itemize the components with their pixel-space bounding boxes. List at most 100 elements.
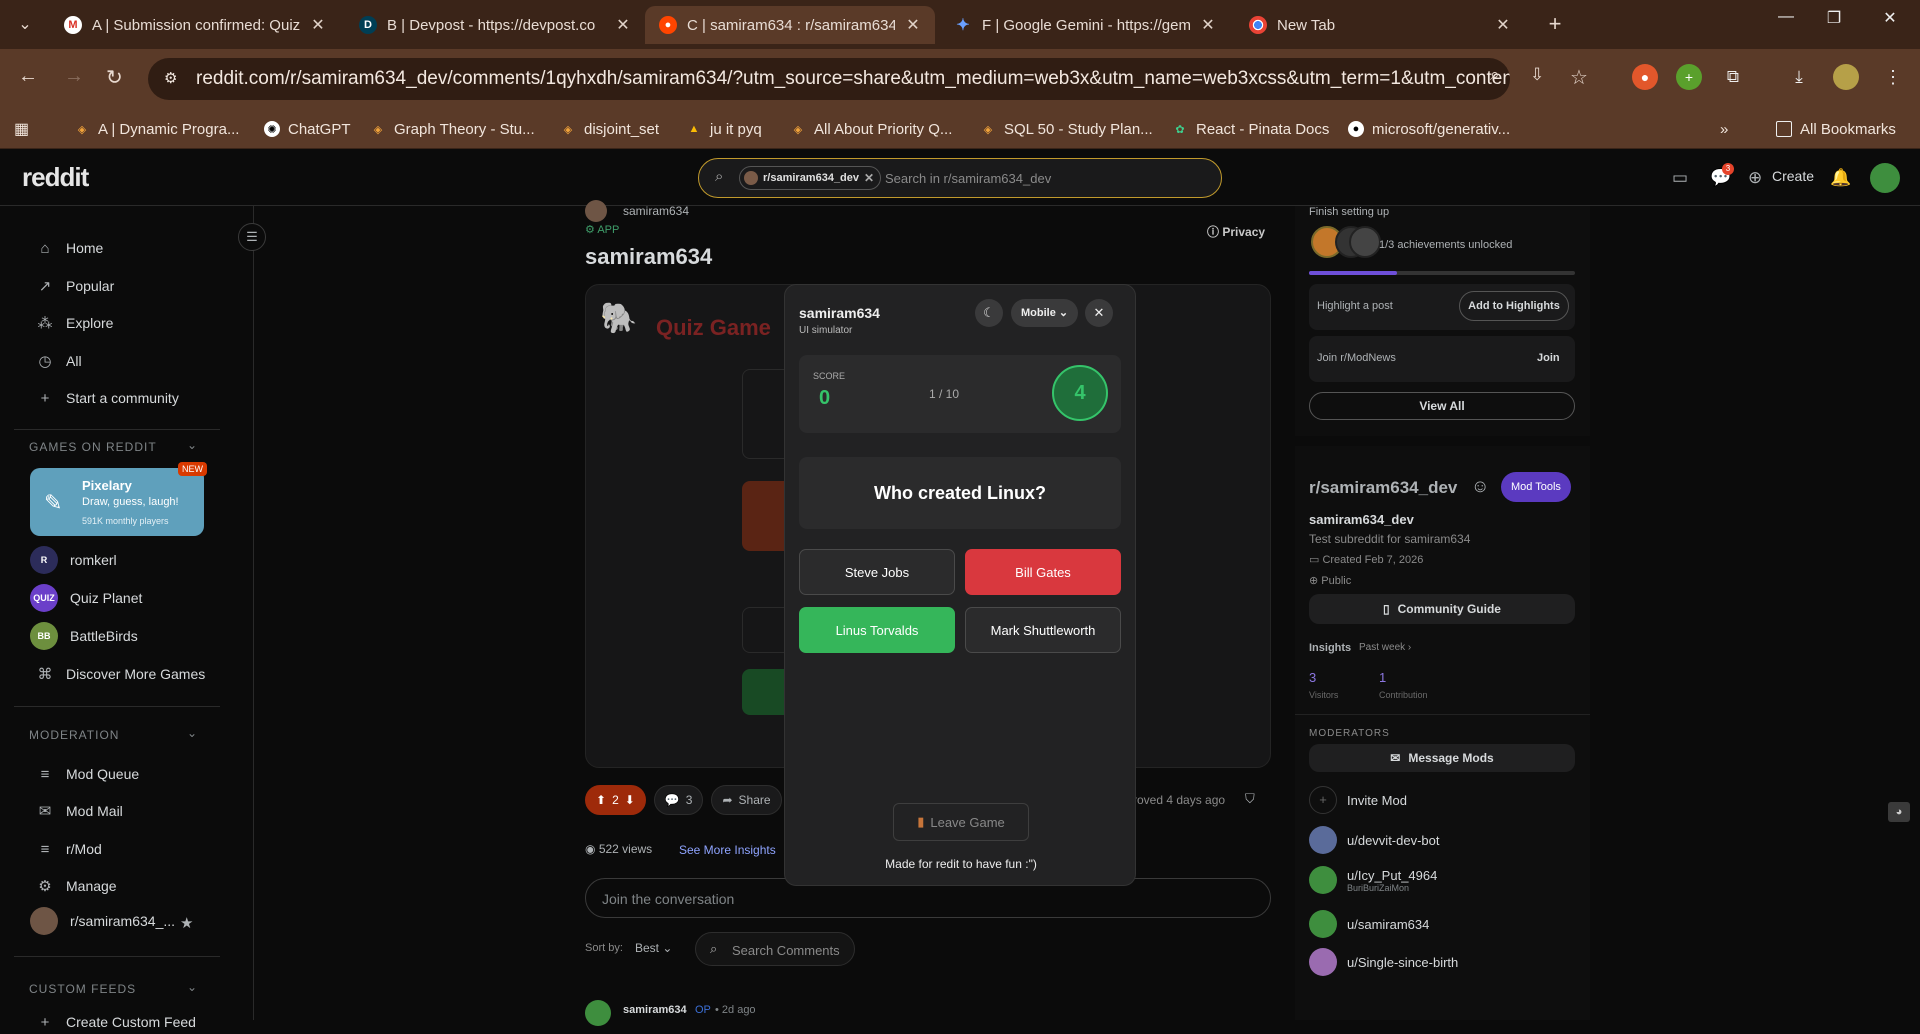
search-input[interactable]: ⌕ r/samiram634_dev ✕ Search in r/samiram…: [698, 158, 1222, 198]
forward-arrow-icon[interactable]: →: [64, 65, 84, 88]
message-mods-button[interactable]: ✉ Message Mods: [1309, 744, 1575, 772]
close-icon[interactable]: ✕: [905, 15, 921, 35]
bell-icon[interactable]: 🔔: [1830, 168, 1851, 188]
add-emoji-icon[interactable]: ☺: [1471, 476, 1489, 497]
featured-game-pixelary[interactable]: ✎ Pixelary Draw, guess, laugh! 591K mont…: [30, 462, 207, 536]
all-bookmarks[interactable]: All Bookmarks: [1776, 116, 1896, 142]
nav-home[interactable]: ⌂ Home: [36, 236, 103, 260]
answer-option-linus-torvalds[interactable]: Linus Torvalds: [799, 607, 955, 653]
bookmark-item[interactable]: ✿ React - Pinata Docs: [1172, 116, 1329, 142]
community-guide-button[interactable]: ▯ Community Guide: [1309, 594, 1575, 624]
menu-kebab-icon[interactable]: ⋮: [1880, 64, 1906, 90]
device-dropdown[interactable]: Mobile ⌄: [1011, 299, 1079, 327]
nav-r-mod[interactable]: ≡ r/Mod: [36, 837, 102, 861]
answer-option-steve-jobs[interactable]: Steve Jobs: [799, 549, 955, 595]
game-romkerl[interactable]: Rromkerl: [30, 546, 117, 574]
create-custom-feed[interactable]: + Create Custom Feed: [36, 1010, 196, 1034]
nav-popular[interactable]: ↗ Popular: [36, 274, 115, 298]
add-to-highlights-button[interactable]: Add to Highlights: [1459, 291, 1569, 321]
install-icon[interactable]: ⇩: [1530, 65, 1544, 85]
puzzle-icon[interactable]: ⧉: [1720, 64, 1746, 90]
minimize-button[interactable]: —: [1766, 8, 1806, 26]
bookmark-item[interactable]: ◈ Graph Theory - Stu...: [370, 116, 535, 142]
subreddit-name[interactable]: r/samiram634_dev: [1309, 478, 1457, 498]
extension-fox-icon[interactable]: ●: [1632, 64, 1658, 90]
extension-plus-icon[interactable]: +: [1676, 64, 1702, 90]
reddit-logo[interactable]: reddit: [22, 162, 89, 193]
user-avatar[interactable]: [1870, 163, 1900, 193]
zoom-icon[interactable]: ⌕: [1490, 65, 1500, 85]
reload-icon[interactable]: ↻: [106, 65, 123, 90]
comment-author-avatar[interactable]: [585, 1000, 611, 1026]
browser-tab-newtab[interactable]: New Tab ✕: [1235, 6, 1525, 44]
moderation-section-header[interactable]: MODERATION ⌄: [29, 726, 197, 742]
comment-author[interactable]: samiram634: [623, 1004, 687, 1016]
bookmark-item[interactable]: ● microsoft/generativ...: [1348, 116, 1510, 142]
search-comments-input[interactable]: ⌕ Search Comments: [695, 932, 855, 966]
nav-community[interactable]: r/samiram634_...: [30, 907, 175, 935]
sort-dropdown[interactable]: Best ⌄: [635, 941, 672, 955]
floating-helper-icon[interactable]: ◕: [1888, 802, 1910, 822]
create-button[interactable]: Create: [1772, 168, 1814, 184]
nav-all[interactable]: ◷ All: [36, 349, 81, 373]
bookmark-item[interactable]: ◈ SQL 50 - Study Plan...: [980, 116, 1153, 142]
author-avatar[interactable]: [585, 200, 607, 222]
close-icon[interactable]: ✕: [615, 15, 631, 35]
site-info-icon[interactable]: ⚙: [164, 58, 177, 100]
dark-mode-icon[interactable]: ☾: [975, 299, 1003, 327]
star-icon[interactable]: ★: [180, 914, 193, 932]
url-field[interactable]: ⚙ reddit.com/r/samiram634_dev/comments/1…: [148, 58, 1510, 100]
discover-more-games[interactable]: ⌘ Discover More Games: [36, 662, 206, 686]
start-community[interactable]: + Start a community: [36, 386, 179, 410]
nav-mod-queue[interactable]: ≡ Mod Queue: [36, 762, 140, 786]
privacy-link[interactable]: ⓘ Privacy: [1207, 223, 1265, 240]
downvote-icon[interactable]: ⬇: [625, 793, 635, 807]
comments-button[interactable]: 💬 3: [653, 785, 704, 815]
more-bookmarks-icon[interactable]: »: [1720, 116, 1728, 142]
close-icon[interactable]: ✕: [1200, 15, 1216, 35]
games-section-header[interactable]: GAMES ON REDDIT ⌄: [29, 438, 197, 454]
advertise-icon[interactable]: ▭: [1672, 168, 1688, 188]
bookmark-item[interactable]: ✺ ChatGPT: [264, 116, 351, 142]
bookmark-item[interactable]: ◈ disjoint_set: [560, 116, 659, 142]
browser-tab-gmail[interactable]: M A | Submission confirmed: Quiz ✕: [50, 6, 340, 44]
search-scope-chip[interactable]: r/samiram634_dev ✕: [739, 166, 882, 190]
nav-mod-mail[interactable]: ✉ Mod Mail: [36, 799, 123, 823]
game-quiz-planet[interactable]: QUIZ Quiz Planet: [30, 584, 142, 612]
browser-tab-gemini[interactable]: ✦ F | Google Gemini - https://gem ✕: [940, 6, 1230, 44]
moderator-item[interactable]: u/devvit-dev-bot: [1309, 826, 1440, 854]
moderator-item[interactable]: u/Single-since-birth: [1309, 948, 1458, 976]
leave-game-button[interactable]: ▮ Leave Game: [893, 803, 1029, 841]
join-button[interactable]: Join: [1537, 352, 1560, 364]
custom-feeds-header[interactable]: CUSTOM FEEDS ⌄: [29, 980, 197, 996]
bookmark-item[interactable]: ◈ All About Priority Q...: [790, 116, 953, 142]
window-close-button[interactable]: ✕: [1870, 8, 1910, 28]
bookmark-item[interactable]: ◈ A | Dynamic Progra...: [74, 116, 240, 142]
new-tab-button[interactable]: +: [1538, 9, 1572, 39]
answer-option-bill-gates[interactable]: Bill Gates: [965, 549, 1121, 595]
close-icon[interactable]: ✕: [310, 15, 326, 35]
moderator-item[interactable]: u/Icy_Put_4964 BuriBuriZaiMon: [1309, 866, 1437, 894]
browser-tab-reddit-active[interactable]: ● C | samiram634 : r/samiram634 ✕: [645, 6, 935, 44]
nav-explore[interactable]: ⁂ Explore: [36, 311, 114, 335]
profile-avatar[interactable]: [1833, 64, 1859, 90]
post-author[interactable]: samiram634: [623, 204, 689, 218]
upvote-icon[interactable]: ⬆: [596, 793, 606, 807]
invite-mod[interactable]: + Invite Mod: [1309, 786, 1407, 814]
nav-manage[interactable]: ⚙ Manage: [36, 874, 116, 898]
bookmark-item[interactable]: ▲ ju it pyq: [686, 116, 762, 142]
browser-tab-devpost[interactable]: D B | Devpost - https://devpost.co ✕: [345, 6, 645, 44]
mod-tools-button[interactable]: Mod Tools: [1501, 472, 1571, 502]
view-all-button[interactable]: View All: [1309, 392, 1575, 420]
tab-search-button[interactable]: ⌄: [8, 9, 42, 39]
apps-grid-icon[interactable]: ▦: [14, 116, 29, 142]
shield-icon[interactable]: ⛉: [1245, 791, 1255, 807]
share-button[interactable]: ➦ Share: [711, 785, 782, 815]
star-icon[interactable]: ☆: [1570, 65, 1588, 90]
answer-option-mark-shuttleworth[interactable]: Mark Shuttleworth: [965, 607, 1121, 653]
close-icon[interactable]: ✕: [864, 171, 874, 185]
downloads-icon[interactable]: ⤓: [1786, 64, 1812, 90]
game-battlebirds[interactable]: BB BattleBirds: [30, 622, 138, 650]
close-icon[interactable]: ✕: [1085, 299, 1113, 327]
insights-range[interactable]: Past week ›: [1359, 642, 1411, 653]
